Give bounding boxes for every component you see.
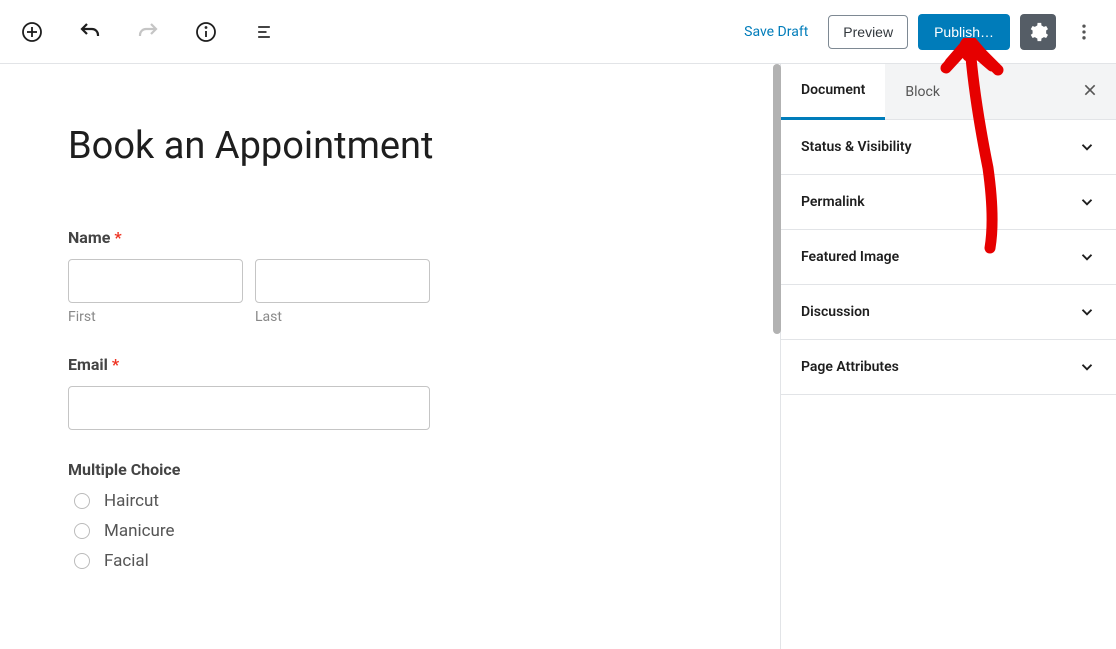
chevron-down-icon — [1078, 358, 1096, 376]
close-icon — [1082, 82, 1098, 98]
first-sublabel: First — [68, 309, 243, 325]
tab-document[interactable]: Document — [781, 64, 885, 120]
gear-icon — [1027, 21, 1049, 43]
scrollbar[interactable] — [773, 64, 781, 334]
email-label: Email * — [68, 355, 760, 374]
name-field: Name * First Last — [68, 228, 760, 325]
choice-option[interactable]: Haircut — [68, 491, 760, 511]
chevron-down-icon — [1078, 193, 1096, 211]
top-toolbar: Save Draft Preview Publish… — [0, 0, 1116, 64]
choice-option[interactable]: Manicure — [68, 521, 760, 541]
choice-option[interactable]: Facial — [68, 551, 760, 571]
toolbar-right: Save Draft Preview Publish… — [734, 14, 1102, 50]
choice-text: Haircut — [104, 491, 159, 511]
settings-sidebar: Document Block Status & Visibility Perma… — [780, 64, 1116, 649]
panel-page-attributes[interactable]: Page Attributes — [781, 340, 1116, 395]
required-asterisk: * — [112, 355, 119, 374]
panel-title: Featured Image — [801, 249, 899, 265]
chevron-down-icon — [1078, 138, 1096, 156]
last-sublabel: Last — [255, 309, 430, 325]
settings-button[interactable] — [1020, 14, 1056, 50]
main-area: Book an Appointment Name * First Last Em… — [0, 64, 1116, 649]
panel-title: Permalink — [801, 194, 865, 210]
panel-discussion[interactable]: Discussion — [781, 285, 1116, 340]
redo-button[interactable] — [130, 14, 166, 50]
choice-label: Multiple Choice — [68, 460, 760, 479]
required-asterisk: * — [114, 228, 121, 247]
email-input[interactable] — [68, 386, 430, 430]
editor-canvas[interactable]: Book an Appointment Name * First Last Em… — [0, 64, 780, 649]
close-sidebar-button[interactable] — [1082, 82, 1098, 98]
radio-icon — [74, 493, 90, 509]
dots-vertical-icon — [1074, 22, 1094, 42]
preview-button[interactable]: Preview — [828, 15, 908, 49]
chevron-down-icon — [1078, 248, 1096, 266]
toolbar-left — [14, 14, 282, 50]
tab-block[interactable]: Block — [885, 64, 960, 120]
radio-icon — [74, 523, 90, 539]
panel-title: Page Attributes — [801, 359, 899, 375]
sidebar-tabs: Document Block — [781, 64, 1116, 120]
chevron-down-icon — [1078, 303, 1096, 321]
undo-button[interactable] — [72, 14, 108, 50]
radio-icon — [74, 553, 90, 569]
add-block-button[interactable] — [14, 14, 50, 50]
publish-button[interactable]: Publish… — [918, 14, 1010, 50]
save-draft-link[interactable]: Save Draft — [734, 24, 818, 40]
panel-permalink[interactable]: Permalink — [781, 175, 1116, 230]
more-menu-button[interactable] — [1066, 14, 1102, 50]
panel-title: Status & Visibility — [801, 139, 912, 155]
panel-status-visibility[interactable]: Status & Visibility — [781, 120, 1116, 175]
outline-button[interactable] — [246, 14, 282, 50]
page-title[interactable]: Book an Appointment — [68, 124, 760, 168]
panel-title: Discussion — [801, 304, 870, 320]
multiple-choice-field: Multiple Choice Haircut Manicure Facial — [68, 460, 760, 571]
choice-text: Facial — [104, 551, 149, 571]
first-name-input[interactable] — [68, 259, 243, 303]
email-field: Email * — [68, 355, 760, 430]
panel-featured-image[interactable]: Featured Image — [781, 230, 1116, 285]
choice-text: Manicure — [104, 521, 175, 541]
info-button[interactable] — [188, 14, 224, 50]
last-name-input[interactable] — [255, 259, 430, 303]
name-label: Name * — [68, 228, 760, 247]
